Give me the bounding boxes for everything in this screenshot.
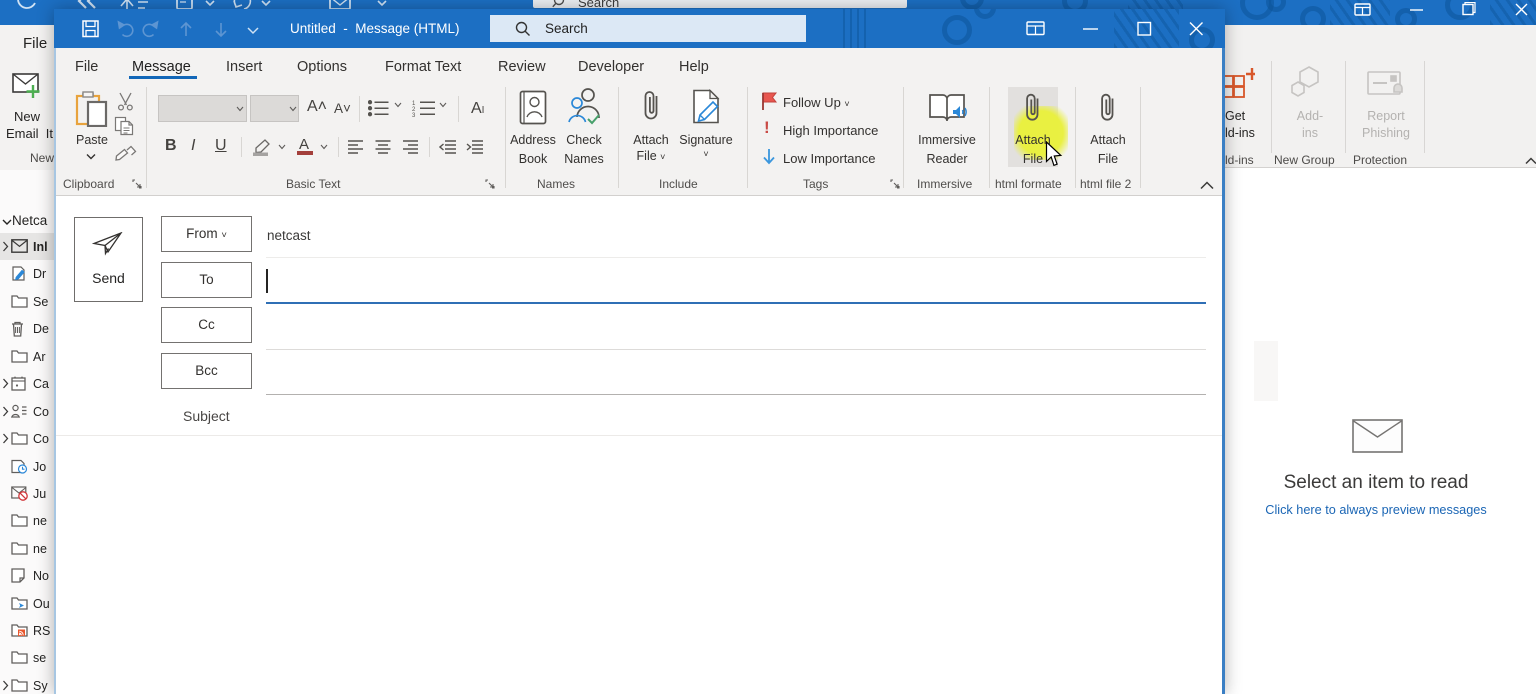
svg-text:3: 3 — [412, 113, 416, 117]
